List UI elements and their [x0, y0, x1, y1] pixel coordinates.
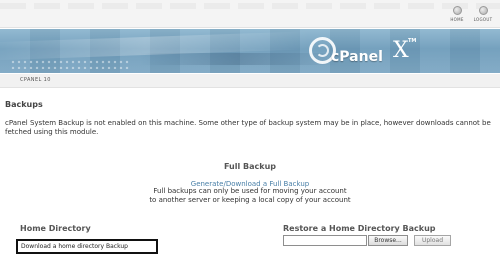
home-icon: [452, 6, 462, 15]
logout-label: LOGOUT: [473, 17, 493, 22]
full-backup-desc-line2: to another server or keeping a local cop…: [149, 196, 351, 204]
home-button[interactable]: HOME: [445, 6, 469, 26]
full-backup-desc-line1: Full backups can only be used for moving…: [153, 187, 347, 195]
theme-x-logo: X: [393, 38, 409, 63]
browse-button[interactable]: Browse...: [368, 235, 408, 246]
upload-button[interactable]: Upload: [414, 235, 451, 246]
full-backup-heading: Full Backup: [223, 162, 276, 171]
home-label: HOME: [450, 17, 464, 22]
logout-button[interactable]: LOGOUT: [471, 6, 495, 26]
full-backup-description: Full backups can only be used for moving…: [0, 187, 500, 205]
page-title: Backups: [5, 100, 43, 109]
restore-heading: Restore a Home Directory Backup: [283, 224, 436, 233]
trademark-mark: TM: [408, 38, 417, 44]
home-directory-heading: Home Directory: [20, 224, 91, 233]
backup-notice: cPanel System Backup is not enabled on t…: [5, 119, 491, 136]
download-home-directory-link[interactable]: Download a home directory Backup: [16, 239, 158, 254]
breadcrumb-item-cpanel[interactable]: CPANEL 10: [20, 77, 51, 83]
breadcrumb: CPANEL 10: [0, 74, 500, 88]
header-banner: cPanel X TM: [0, 29, 500, 73]
cpanel-logo-text: cPanel: [331, 49, 383, 65]
logout-icon: [478, 6, 488, 15]
top-bar-decoration: [0, 3, 500, 9]
file-path-input[interactable]: [283, 235, 367, 246]
top-bar: HOME LOGOUT: [0, 0, 500, 28]
